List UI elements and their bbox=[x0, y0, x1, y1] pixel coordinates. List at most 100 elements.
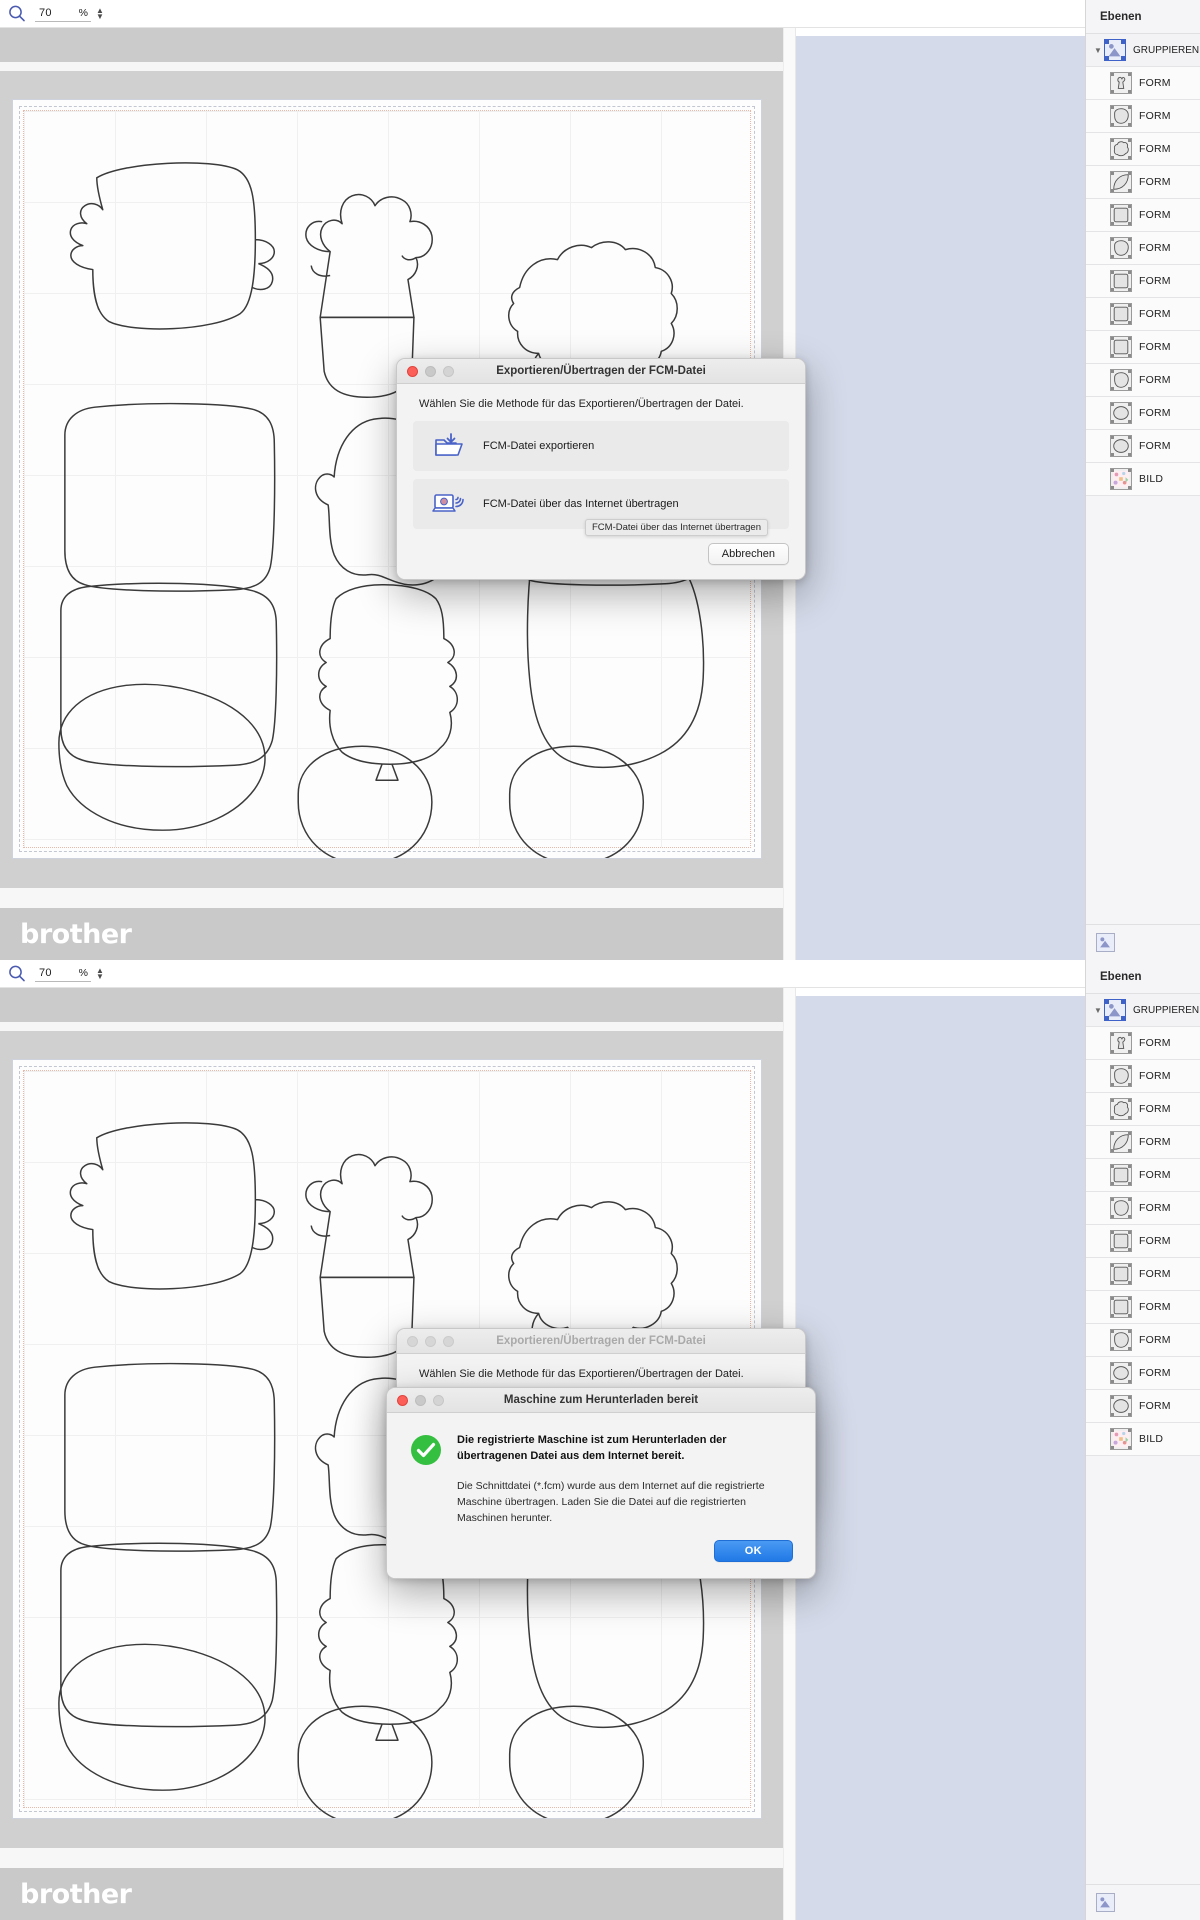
add-layer-icon[interactable] bbox=[1096, 933, 1115, 952]
zoom-control-bottom[interactable]: 70 % ▲ ▼ bbox=[7, 964, 106, 984]
zoom-input[interactable]: 70 % bbox=[35, 965, 91, 982]
layer-row[interactable]: FORM bbox=[1086, 1126, 1200, 1159]
layers-panel-bottom[interactable]: Ebenen ▼ GRUPPIEREN FORM FORM FORM FORM FORM… bbox=[1085, 960, 1200, 1920]
magnifier-icon[interactable] bbox=[7, 964, 27, 984]
layer-thumbnail-icon bbox=[1110, 336, 1132, 358]
dialog-body: Wählen Sie die Methode für das Exportier… bbox=[397, 384, 805, 579]
close-icon[interactable] bbox=[407, 365, 418, 377]
machine-ready-alert-dialog[interactable]: Maschine zum Herunterladen bereit Die re… bbox=[386, 1387, 816, 1580]
minimize-icon[interactable] bbox=[415, 1394, 426, 1406]
zoom-input[interactable]: 70 % bbox=[35, 5, 91, 22]
layer-row-label: FORM bbox=[1139, 341, 1171, 353]
stepper-down-icon[interactable]: ▼ bbox=[96, 972, 104, 980]
alert-footer: OK bbox=[387, 1526, 815, 1578]
layers-list-top[interactable]: FORM FORM FORM FORM FORM FORM FORM FORM FORM FORM… bbox=[1086, 67, 1200, 496]
layer-row-label: BILD bbox=[1139, 1433, 1164, 1445]
layer-row[interactable]: FORM bbox=[1086, 397, 1200, 430]
layer-thumbnail-icon bbox=[1110, 435, 1132, 457]
alert-headline: Die registrierte Maschine ist zum Herunt… bbox=[457, 1434, 727, 1462]
layer-row[interactable]: BILD bbox=[1086, 1423, 1200, 1456]
zoom-stepper[interactable]: ▲ ▼ bbox=[94, 5, 106, 22]
add-layer-icon[interactable] bbox=[1096, 1893, 1115, 1912]
zoom-toolbar-top: 70 % ▲ ▼ bbox=[0, 0, 1085, 28]
layer-thumbnail-icon bbox=[1110, 1329, 1132, 1351]
layer-row-label: FORM bbox=[1139, 1070, 1171, 1082]
layer-thumbnail-icon bbox=[1110, 1263, 1132, 1285]
magnifier-icon[interactable] bbox=[7, 4, 27, 24]
layer-row[interactable]: FORM bbox=[1086, 1291, 1200, 1324]
layer-group-label: GRUPPIEREN bbox=[1133, 44, 1200, 56]
layer-row[interactable]: FORM bbox=[1086, 1060, 1200, 1093]
layer-group-label: GRUPPIEREN bbox=[1133, 1004, 1200, 1016]
layer-row[interactable]: FORM bbox=[1086, 67, 1200, 100]
dialog-titlebar[interactable]: Exportieren/Übertragen der FCM-Datei bbox=[397, 359, 805, 384]
layer-row[interactable]: FORM bbox=[1086, 100, 1200, 133]
layer-row[interactable]: FORM bbox=[1086, 1357, 1200, 1390]
close-icon[interactable] bbox=[407, 1335, 418, 1347]
layer-row[interactable]: FORM bbox=[1086, 1390, 1200, 1423]
brother-logo: brother bbox=[20, 918, 132, 950]
window-controls[interactable] bbox=[397, 1394, 444, 1406]
layer-row[interactable]: FORM bbox=[1086, 430, 1200, 463]
layer-thumbnail-icon bbox=[1110, 1395, 1132, 1417]
chevron-down-icon[interactable]: ▼ bbox=[1092, 1006, 1104, 1015]
layer-row[interactable]: FORM bbox=[1086, 166, 1200, 199]
layer-row[interactable]: FORM bbox=[1086, 133, 1200, 166]
layer-row[interactable]: FORM bbox=[1086, 199, 1200, 232]
layer-row[interactable]: FORM bbox=[1086, 1159, 1200, 1192]
window-controls[interactable] bbox=[407, 365, 454, 377]
layer-row-label: FORM bbox=[1139, 1202, 1171, 1214]
ok-button[interactable]: OK bbox=[713, 1540, 793, 1563]
layer-row[interactable]: FORM bbox=[1086, 1027, 1200, 1060]
layer-row[interactable]: FORM bbox=[1086, 1258, 1200, 1291]
layers-panel-footer-top[interactable] bbox=[1086, 924, 1200, 960]
chevron-down-icon[interactable]: ▼ bbox=[1092, 46, 1104, 55]
layer-row[interactable]: FORM bbox=[1086, 364, 1200, 397]
layer-thumbnail-icon bbox=[1110, 1098, 1132, 1120]
window-controls[interactable] bbox=[407, 1335, 454, 1347]
zoom-control[interactable]: 70 % ▲ ▼ bbox=[7, 4, 106, 24]
layer-thumbnail-icon bbox=[1110, 105, 1132, 127]
layer-row-label: BILD bbox=[1139, 473, 1164, 485]
maximize-icon[interactable] bbox=[443, 365, 454, 377]
layers-panel-footer-bottom[interactable] bbox=[1086, 1884, 1200, 1920]
minimize-icon[interactable] bbox=[425, 1335, 436, 1347]
option-transfer-fcm-label: FCM-Datei über das Internet übertragen bbox=[483, 498, 679, 510]
layer-group-row[interactable]: ▼ GRUPPIEREN bbox=[1086, 34, 1200, 67]
zoom-stepper[interactable]: ▲ ▼ bbox=[94, 965, 106, 982]
layer-row[interactable]: FORM bbox=[1086, 298, 1200, 331]
group-thumbnail-icon bbox=[1104, 39, 1126, 61]
layer-row[interactable]: BILD bbox=[1086, 463, 1200, 496]
dialog-titlebar[interactable]: Exportieren/Übertragen der FCM-Datei bbox=[397, 1329, 805, 1354]
layer-row[interactable]: FORM bbox=[1086, 1192, 1200, 1225]
layer-row-label: FORM bbox=[1139, 1169, 1171, 1181]
layer-thumbnail-icon bbox=[1110, 171, 1132, 193]
layer-row[interactable]: FORM bbox=[1086, 331, 1200, 364]
layer-row-label: FORM bbox=[1139, 143, 1171, 155]
maximize-icon[interactable] bbox=[443, 1335, 454, 1347]
alert-titlebar[interactable]: Maschine zum Herunterladen bereit bbox=[387, 1388, 815, 1413]
close-icon[interactable] bbox=[397, 1394, 408, 1406]
layer-row[interactable]: FORM bbox=[1086, 1324, 1200, 1357]
layer-row[interactable]: FORM bbox=[1086, 1225, 1200, 1258]
layer-group-row[interactable]: ▼ GRUPPIEREN bbox=[1086, 994, 1200, 1027]
layer-thumbnail-icon bbox=[1110, 1065, 1132, 1087]
layer-row[interactable]: FORM bbox=[1086, 265, 1200, 298]
layer-row-label: FORM bbox=[1139, 77, 1171, 89]
option-transfer-fcm[interactable]: FCM-Datei über das Internet übertragen F… bbox=[413, 479, 789, 536]
layers-list-bottom[interactable]: FORM FORM FORM FORM FORM FORM FORM FORM FORM FORM… bbox=[1086, 1027, 1200, 1456]
layer-row[interactable]: FORM bbox=[1086, 232, 1200, 265]
layer-row[interactable]: FORM bbox=[1086, 1093, 1200, 1126]
layer-thumbnail-icon bbox=[1110, 1362, 1132, 1384]
maximize-icon[interactable] bbox=[433, 1394, 444, 1406]
option-export-fcm[interactable]: FCM-Datei exportieren bbox=[413, 421, 789, 471]
stepper-down-icon[interactable]: ▼ bbox=[96, 12, 104, 20]
layer-row-label: FORM bbox=[1139, 1334, 1171, 1346]
secondary-pane-bottom bbox=[795, 988, 1085, 1920]
cancel-button[interactable]: Abbrechen bbox=[707, 543, 789, 565]
layers-panel-top[interactable]: Ebenen ▼ GRUPPIEREN FORM FORM FORM FORM FORM… bbox=[1085, 0, 1200, 960]
export-fcm-dialog[interactable]: Exportieren/Übertragen der FCM-Datei Wäh… bbox=[396, 358, 806, 580]
layer-row-label: FORM bbox=[1139, 242, 1171, 254]
minimize-icon[interactable] bbox=[425, 365, 436, 377]
dialog-prompt: Wählen Sie die Methode für das Exportier… bbox=[419, 398, 744, 410]
